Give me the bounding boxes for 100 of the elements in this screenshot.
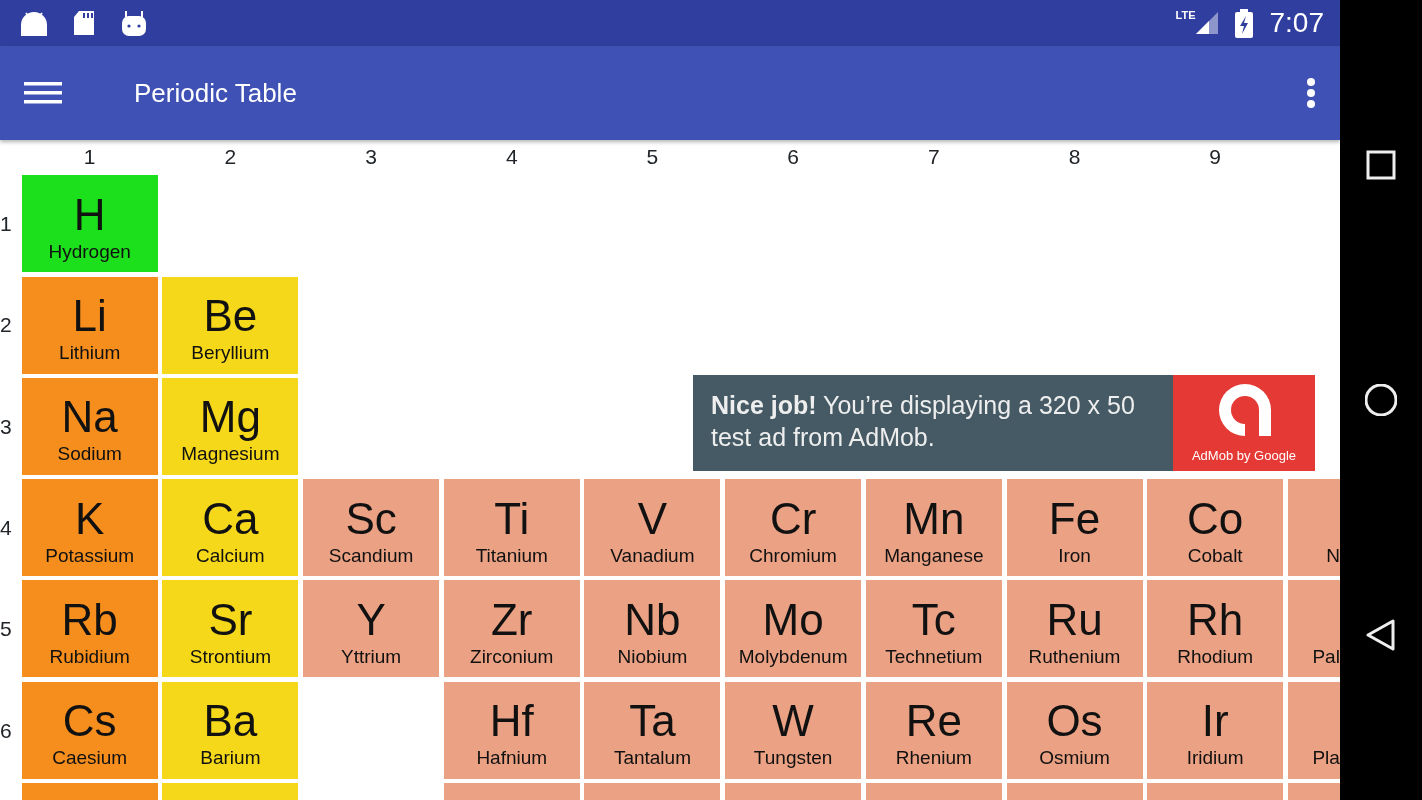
- column-number: 3: [364, 144, 378, 170]
- element-tile[interactable]: Y Yttrium: [303, 580, 440, 678]
- element-symbol: Ca: [202, 495, 259, 542]
- element-tile[interactable]: V Vanadium: [584, 479, 721, 577]
- element-name: Beryllium: [191, 341, 270, 366]
- element-name: Scandium: [328, 543, 414, 568]
- element-symbol: V: [637, 495, 668, 542]
- element-symbol: Tc: [911, 596, 956, 643]
- element-tile[interactable]: K Potassium: [21, 479, 158, 577]
- element-name: Magnesium: [181, 442, 280, 467]
- element-symbol: Re: [905, 698, 962, 745]
- element-tile[interactable]: Cr Chromium: [725, 479, 862, 577]
- home-icon[interactable]: [1365, 384, 1397, 416]
- element-symbol: Li: [72, 292, 107, 340]
- menu-button[interactable]: [24, 79, 62, 107]
- element-symbol: Fe: [1048, 495, 1101, 542]
- ad-banner[interactable]: Nice job! You’re displaying a 320 x 50 test ad from AdMob. AdMob by Google: [693, 375, 1315, 471]
- column-number: 7: [926, 144, 941, 170]
- column-number: 5: [645, 144, 660, 170]
- element-name: Pal: [1312, 645, 1340, 669]
- element-name: Molybdenum: [738, 645, 848, 669]
- element-tile[interactable]: Ti Titanium: [443, 479, 580, 577]
- element-symbol: Ti: [494, 495, 530, 542]
- element-symbol: Sr: [208, 596, 253, 643]
- element-name: Barium: [200, 746, 261, 771]
- element-tile[interactable]: Nb Niobium: [584, 580, 721, 678]
- logo-caption: AdMob by Google: [1191, 447, 1297, 466]
- sd-card-icon: [72, 9, 96, 37]
- element-name: Titanium: [475, 543, 548, 568]
- element-symbol: Co: [1187, 495, 1244, 542]
- element-name: Iron: [1058, 543, 1091, 568]
- element-tile[interactable]: Ca Calcium: [162, 479, 299, 577]
- overview-icon[interactable]: [1365, 149, 1397, 182]
- network-label: LTE: [1175, 10, 1196, 21]
- element-tile[interactable]: Rh Rhodium: [1147, 580, 1284, 678]
- element-tile[interactable]: H Hydrogen: [21, 175, 158, 273]
- element-symbol: Ir: [1201, 698, 1229, 745]
- element-tile[interactable]: Cs Caesium: [21, 681, 158, 779]
- element-tile[interactable]: Mg Magnesium: [162, 377, 299, 475]
- element-name: Caesium: [52, 746, 128, 771]
- element-name: Niobium: [617, 645, 688, 669]
- element-tile[interactable]: Ta Tantalum: [584, 681, 721, 779]
- element-name: Zirconium: [470, 645, 554, 669]
- element-name: Calcium: [196, 543, 265, 568]
- element-name: Tantalum: [613, 746, 691, 771]
- element-symbol: Cs: [62, 698, 117, 745]
- element-symbol: Hf: [489, 698, 534, 745]
- element-tile[interactable]: Zr Zirconium: [443, 580, 580, 678]
- column-number: 8: [1067, 144, 1082, 170]
- element-tile[interactable]: Be Beryllium: [162, 276, 299, 374]
- element-symbol: Sc: [345, 495, 397, 542]
- element-tile[interactable]: Mn Manganese: [865, 479, 1002, 577]
- element-symbol: Ba: [203, 698, 258, 745]
- android-robot-icon: [120, 9, 148, 37]
- element-tile[interactable]: Pal: [1287, 580, 1340, 678]
- element-name: Yttrium: [340, 645, 402, 669]
- overflow-menu-button[interactable]: [1306, 78, 1316, 108]
- element-name: Hafnium: [476, 746, 548, 771]
- element-tile[interactable]: Mo Molybdenum: [725, 580, 862, 678]
- element-tile[interactable]: Tc Technetium: [865, 580, 1002, 678]
- element-name: Strontium: [189, 645, 272, 669]
- battery-charging-icon: [1233, 7, 1254, 39]
- element-symbol: Na: [61, 394, 118, 441]
- row-number: 3: [0, 413, 13, 440]
- element-tile[interactable]: W Tungsten: [725, 681, 862, 779]
- element-name: Tungsten: [753, 746, 833, 771]
- element-symbol: Nb: [624, 596, 681, 643]
- row-number: 4: [0, 514, 13, 541]
- element-name: Iridium: [1186, 746, 1244, 771]
- column-number: 9: [1208, 144, 1223, 170]
- element-symbol: Mg: [199, 394, 261, 441]
- element-tile[interactable]: Sr Strontium: [162, 580, 299, 678]
- menu-icon: [24, 79, 62, 107]
- element-name: Rubidium: [49, 645, 130, 669]
- element-name: Sodium: [57, 442, 122, 467]
- element-tile[interactable]: Hf Hafnium: [443, 681, 580, 779]
- element-tile[interactable]: Re Rhenium: [865, 681, 1002, 779]
- element-tile[interactable]: Ir Iridium: [1147, 681, 1284, 779]
- element-tile[interactable]: Sc Scandium: [303, 479, 440, 577]
- element-name: Cobalt: [1187, 543, 1243, 568]
- element-tile[interactable]: Pla: [1287, 681, 1340, 779]
- element-tile[interactable]: Os Osmium: [1006, 681, 1143, 779]
- element-tile[interactable]: Co Cobalt: [1147, 479, 1284, 577]
- row-number: 5: [0, 616, 13, 643]
- element-tile[interactable]: Na Sodium: [21, 377, 158, 475]
- element-name: Ruthenium: [1028, 645, 1121, 669]
- element-symbol: W: [772, 698, 814, 745]
- back-icon[interactable]: [1365, 618, 1397, 651]
- element-tile[interactable]: Ba Barium: [162, 681, 299, 779]
- column-number: 6: [786, 144, 800, 170]
- element-tile[interactable]: Rb Rubidium: [21, 580, 158, 678]
- row-number: 1: [0, 211, 13, 238]
- element-name: Lithium: [59, 341, 121, 366]
- element-tile[interactable]: Ru Ruthenium: [1006, 580, 1143, 678]
- row-number: 6: [0, 717, 13, 744]
- element-tile[interactable]: N: [1287, 479, 1340, 577]
- column-number: 4: [504, 144, 519, 170]
- element-symbol: Y: [356, 596, 386, 643]
- element-tile[interactable]: Fe Iron: [1006, 479, 1143, 577]
- element-tile[interactable]: Li Lithium: [21, 276, 158, 374]
